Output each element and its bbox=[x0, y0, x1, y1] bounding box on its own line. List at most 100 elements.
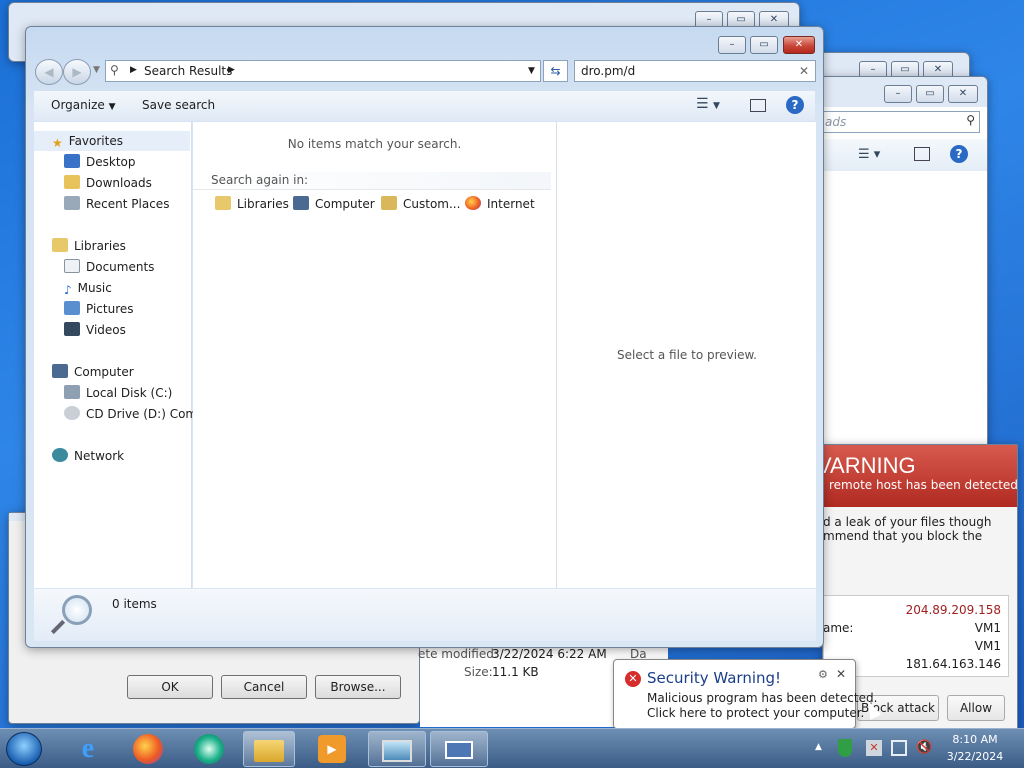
search-icon: ⚲ bbox=[110, 63, 119, 77]
search-target-computer[interactable]: Computer bbox=[293, 196, 375, 211]
search-input[interactable]: ads ⚲ bbox=[820, 111, 980, 133]
views-icon[interactable]: ☰ ▾ bbox=[858, 147, 880, 162]
search-field[interactable]: dro.pm/d ✕ bbox=[574, 60, 816, 82]
recent-pages-chevron-icon[interactable]: ▼ bbox=[93, 65, 100, 75]
item-count: 0 items bbox=[112, 597, 157, 611]
breadcrumb-chevron-icon: ▶ bbox=[228, 65, 235, 75]
preview-pane-icon[interactable] bbox=[750, 99, 766, 112]
alert-heading: VARNING bbox=[817, 453, 916, 478]
refresh-button[interactable]: ⇆ bbox=[543, 60, 568, 82]
clock-time[interactable]: 8:10 AM bbox=[940, 733, 1010, 746]
nav-recent-places[interactable]: Recent Places bbox=[34, 194, 169, 214]
clock-date[interactable]: 3/22/2024 bbox=[940, 750, 1010, 763]
libraries-icon bbox=[52, 238, 68, 252]
close-button[interactable]: ✕ bbox=[783, 36, 815, 54]
search-target-internet[interactable]: Internet bbox=[465, 196, 535, 211]
alert-header: VARNING remote host has been detected bbox=[817, 445, 1018, 507]
navigation-pane: ★ Favorites Desktop Downloads Recent Plac… bbox=[34, 122, 205, 588]
image-viewer-icon bbox=[382, 740, 412, 762]
organize-menu[interactable]: Organize ▼ bbox=[51, 98, 116, 112]
search-field-value: dro.pm/d bbox=[581, 64, 636, 78]
action-center-warning-icon[interactable]: ✕ bbox=[866, 740, 882, 756]
explorer-window: – ▭ ✕ ◀ ▶ ▼ ⚲ ▶ Search Results ▶ ▼ ⇆ dro… bbox=[25, 26, 824, 648]
nav-documents[interactable]: Documents bbox=[34, 257, 154, 277]
disk-icon bbox=[64, 385, 80, 399]
nav-network[interactable]: Network bbox=[34, 446, 124, 466]
maximize-button[interactable]: ▭ bbox=[916, 85, 944, 103]
security-balloon[interactable]: ✕ Security Warning! Malicious program ha… bbox=[613, 659, 877, 729]
nav-local-disk[interactable]: Local Disk (C:) bbox=[34, 383, 172, 403]
nav-favorites[interactable]: ★ Favorites bbox=[34, 131, 190, 151]
volume-muted-icon[interactable]: 🔇 bbox=[916, 740, 932, 755]
close-button[interactable]: ✕ bbox=[948, 85, 978, 103]
balloon-close-icon[interactable]: ✕ bbox=[836, 667, 846, 681]
help-icon[interactable]: ? bbox=[786, 96, 804, 114]
nav-cd-drive[interactable]: CD Drive (D:) Come bbox=[34, 404, 205, 424]
size-label: Size: bbox=[464, 665, 493, 679]
alert-line-1: d a leak of your files though bbox=[823, 515, 992, 529]
maximize-button[interactable]: ▭ bbox=[750, 36, 778, 54]
alert-subheading: remote host has been detected bbox=[829, 478, 1018, 492]
alert-row-0-value: 204.89.209.158 bbox=[905, 603, 1001, 617]
address-bar[interactable]: ⚲ ▶ Search Results ▶ ▼ bbox=[105, 60, 541, 82]
alert-row-1-label: ame: bbox=[823, 621, 854, 635]
nav-pictures[interactable]: Pictures bbox=[34, 299, 134, 319]
alert-row-1-value: VM1 bbox=[974, 621, 1001, 635]
folder-icon bbox=[254, 740, 284, 762]
pictures-icon bbox=[64, 301, 80, 315]
cancel-button[interactable]: Cancel bbox=[221, 675, 307, 699]
star-icon: ★ bbox=[52, 136, 63, 150]
background-explorer-window: – ▭ ✕ ads ⚲ ☰ ▾ ? bbox=[805, 76, 988, 476]
nav-libraries[interactable]: Libraries bbox=[34, 236, 126, 256]
balloon-options-icon[interactable]: ⚙ bbox=[818, 668, 828, 681]
alert-row-3-value: 181.64.163.146 bbox=[905, 657, 1001, 671]
security-shield-icon[interactable] bbox=[838, 739, 852, 757]
media-player-icon[interactable]: ▶ bbox=[318, 735, 346, 763]
minimize-button[interactable]: – bbox=[718, 36, 746, 54]
balloon-line-2: Click here to protect your computer. bbox=[647, 706, 865, 720]
start-button[interactable] bbox=[6, 732, 42, 766]
views-icon[interactable]: ☰ ▼ bbox=[696, 96, 720, 112]
downloads-folder-icon bbox=[64, 175, 80, 189]
help-icon[interactable]: ? bbox=[950, 145, 968, 163]
address-dropdown-icon[interactable]: ▼ bbox=[528, 66, 535, 76]
recent-places-icon bbox=[64, 196, 80, 210]
nav-music[interactable]: ♪ Music bbox=[34, 278, 112, 298]
desktop-icon bbox=[64, 154, 80, 168]
date-modified-value: 3/22/2024 6:22 AM bbox=[492, 647, 607, 661]
internet-explorer-icon[interactable]: e bbox=[72, 733, 104, 765]
preview-pane-icon[interactable] bbox=[914, 147, 930, 161]
preview-pane: Select a file to preview. bbox=[556, 122, 816, 588]
show-hidden-icons-chevron-icon[interactable]: ▲ bbox=[815, 742, 822, 752]
search-target-custom[interactable]: Custom... bbox=[381, 196, 460, 211]
minimize-button[interactable]: – bbox=[884, 85, 912, 103]
nav-videos[interactable]: Videos bbox=[34, 320, 126, 340]
allow-button[interactable]: Allow bbox=[947, 695, 1005, 721]
firefox-icon bbox=[465, 196, 481, 210]
firefox-icon[interactable] bbox=[133, 734, 163, 764]
taskbar-explorer-button[interactable] bbox=[243, 731, 295, 767]
forward-button[interactable]: ▶ bbox=[63, 59, 91, 85]
save-search-button[interactable]: Save search bbox=[142, 98, 215, 112]
back-button[interactable]: ◀ bbox=[35, 59, 63, 85]
nav-downloads[interactable]: Downloads bbox=[34, 173, 152, 193]
nav-computer[interactable]: Computer bbox=[34, 362, 134, 382]
search-target-libraries[interactable]: Libraries bbox=[215, 196, 289, 211]
clear-search-icon[interactable]: ✕ bbox=[799, 64, 809, 78]
browser-icon[interactable] bbox=[194, 734, 224, 764]
ok-button[interactable]: OK bbox=[127, 675, 213, 699]
search-icon: ⚲ bbox=[966, 113, 975, 127]
breadcrumb-search-results[interactable]: Search Results bbox=[144, 64, 232, 78]
taskbar-window-button[interactable] bbox=[430, 731, 488, 767]
preview-message: Select a file to preview. bbox=[617, 348, 757, 362]
balloon-line-1: Malicious program has been detected. bbox=[647, 691, 878, 705]
nav-desktop[interactable]: Desktop bbox=[34, 152, 136, 172]
breadcrumb-chevron-icon: ▶ bbox=[130, 65, 137, 75]
network-status-icon[interactable] bbox=[891, 740, 907, 756]
cd-drive-icon bbox=[64, 406, 80, 420]
browse-button[interactable]: Browse... bbox=[315, 675, 401, 699]
no-items-message: No items match your search. bbox=[287, 137, 462, 151]
taskbar-image-viewer-button[interactable] bbox=[368, 731, 426, 767]
size-value: 11.1 KB bbox=[492, 665, 539, 679]
alert-row-2-value: VM1 bbox=[974, 639, 1001, 653]
